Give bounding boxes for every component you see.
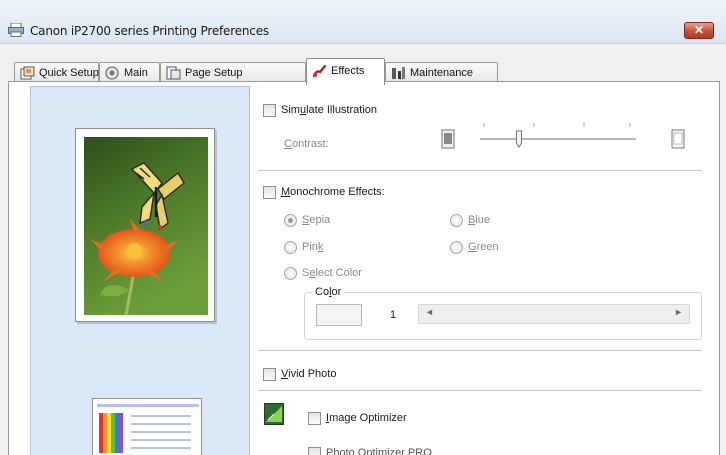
simulate-illustration-checkbox[interactable] (263, 104, 276, 117)
monochrome-effects-label: Monochrome Effects: (281, 186, 385, 198)
tab-effects[interactable]: Effects (306, 58, 385, 85)
select-color-label: Select Color (302, 267, 362, 279)
title-bar: Canon iP2700 series Printing Preferences… (0, 0, 726, 44)
tab-label: Main (124, 67, 148, 79)
slider-thumb[interactable] (516, 130, 522, 148)
scroll-right-icon[interactable]: ► (674, 307, 683, 317)
blue-label: Blue (468, 214, 491, 226)
document-thumbnail (97, 404, 199, 453)
green-label: Green (468, 241, 499, 253)
contrast-label: Contrast: (284, 138, 329, 150)
photo-optimizer-checkbox[interactable] (308, 447, 321, 455)
select-color-radio[interactable] (284, 267, 297, 280)
color-value: 1 (390, 309, 397, 321)
separator (258, 170, 702, 172)
slider-ticks (483, 123, 631, 127)
butterfly-flower-image (84, 137, 208, 316)
contrast-slider[interactable] (440, 118, 692, 158)
page-setup-icon (166, 66, 181, 80)
tab-strip: Quick Setup Main Page Setup Effects Main… (0, 44, 726, 85)
close-button[interactable]: ✕ (684, 22, 714, 39)
close-icon: ✕ (693, 23, 705, 37)
color-swatch (316, 304, 362, 326)
vivid-photo-checkbox[interactable] (263, 368, 276, 381)
document-preview (92, 398, 202, 455)
separator (258, 390, 702, 392)
high-contrast-icon (671, 129, 685, 149)
tab-label: Effects (331, 65, 365, 77)
low-contrast-icon (441, 129, 455, 149)
window-title: Canon iP2700 series Printing Preferences (30, 24, 269, 38)
image-optimizer-checkbox[interactable] (308, 412, 321, 425)
simulate-illustration-label: Simulate Illustration (281, 104, 378, 116)
image-optimizer-icon (264, 403, 284, 425)
main-icon (105, 66, 119, 80)
sepia-radio[interactable] (284, 214, 297, 227)
pink-radio[interactable] (284, 241, 297, 254)
effects-icon (312, 64, 327, 78)
printing-preferences-window: Canon iP2700 series Printing Preferences… (0, 0, 726, 455)
vivid-photo-label: Vivid Photo (281, 368, 337, 380)
green-radio[interactable] (450, 241, 463, 254)
color-group-label: Color (312, 286, 345, 298)
image-optimizer-label: Image Optimizer (326, 412, 407, 424)
color-scrollbar[interactable]: ◄ ► (418, 304, 690, 324)
monochrome-effects-checkbox[interactable] (263, 186, 276, 199)
tab-label: Quick Setup (39, 67, 99, 79)
tab-label: Maintenance (410, 67, 473, 79)
pink-label: Pink (302, 241, 324, 253)
photo-optimizer-label: Photo Optimizer PRO (326, 447, 432, 455)
separator (258, 350, 702, 352)
scroll-left-icon[interactable]: ◄ (425, 307, 434, 317)
photo-preview (75, 128, 215, 322)
quick-setup-icon (20, 66, 35, 80)
sepia-label: Sepia (302, 214, 331, 226)
tab-label: Page Setup (185, 67, 243, 79)
printer-icon (8, 23, 24, 37)
maintenance-icon (392, 67, 405, 79)
blue-radio[interactable] (450, 214, 463, 227)
